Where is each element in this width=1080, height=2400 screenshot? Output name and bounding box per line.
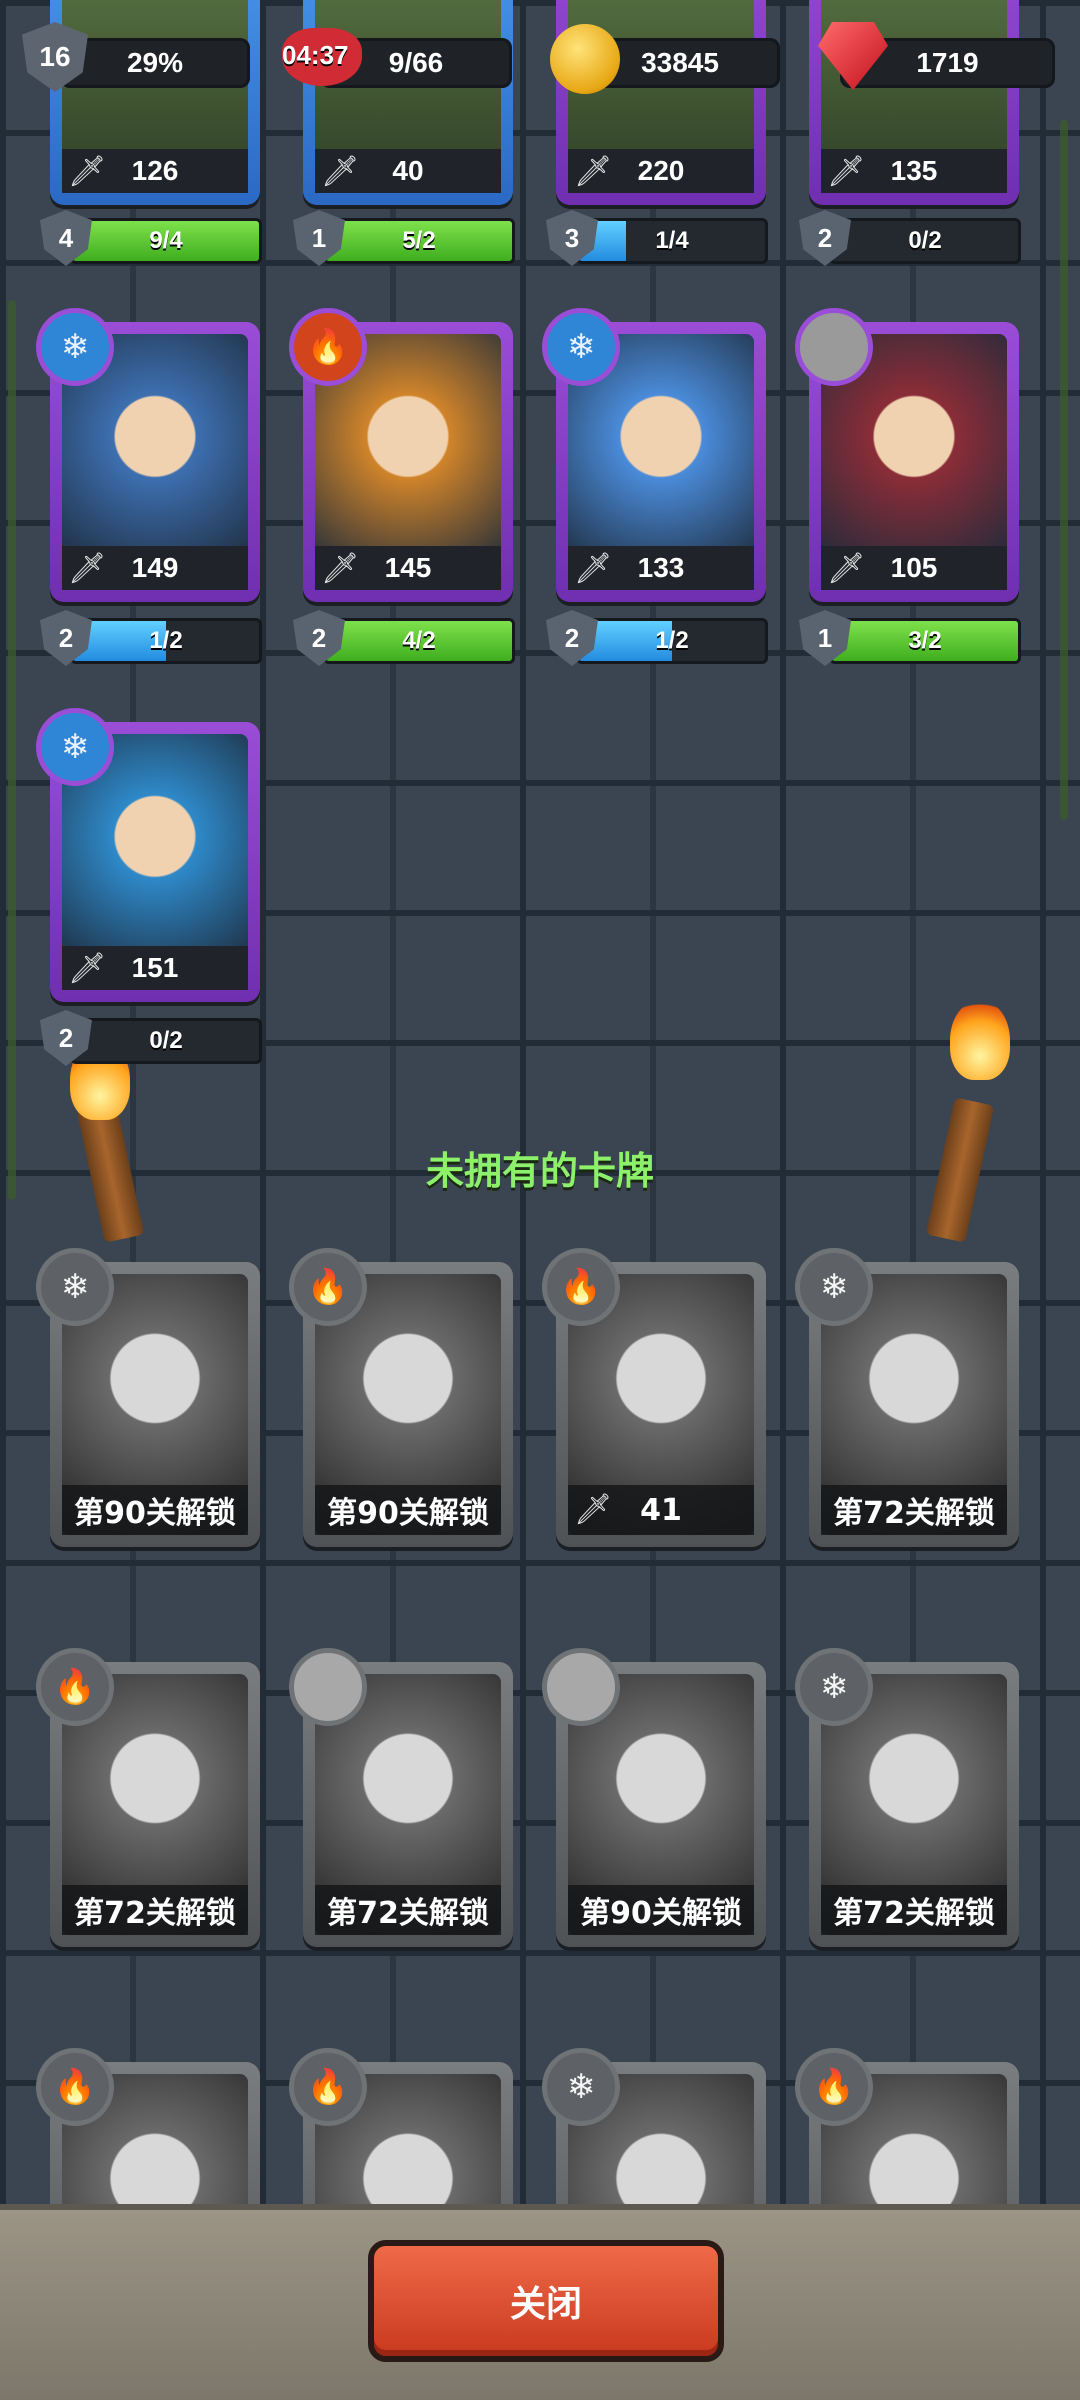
- vine-decoration: [1060, 120, 1068, 820]
- stone-icon: ●: [795, 308, 873, 386]
- locked-hero-card[interactable]: 41 🗡 🔥: [542, 1248, 766, 1547]
- card-level-bar: 4 9/4: [40, 210, 262, 266]
- sword-icon: 🗡: [574, 155, 613, 188]
- sword-icon: 🗡: [68, 952, 107, 985]
- card-level-bar: 1 3/2: [799, 610, 1021, 666]
- owned-hero-card[interactable]: 105 🗡 ●: [795, 308, 1019, 602]
- sword-icon: 🗡: [827, 155, 866, 188]
- card-level-bar: 2 0/2: [799, 210, 1021, 266]
- coin-icon: [550, 24, 620, 94]
- locked-hero-card[interactable]: 第72关解锁 🔥: [36, 1648, 260, 1947]
- card-level-bar: 2 1/2: [40, 610, 262, 666]
- sword-icon: 🗡: [574, 552, 613, 585]
- unowned-cards-title: 未拥有的卡牌: [425, 1149, 654, 1193]
- fire-icon: 🔥: [289, 308, 367, 386]
- owned-hero-card[interactable]: 145 🗡 🔥: [289, 308, 513, 602]
- unlock-requirement: 第72关解锁: [62, 1885, 248, 1935]
- snowflake-icon: ❄: [36, 708, 114, 786]
- card-level-bar: 2 0/2: [40, 1010, 262, 1066]
- snowflake-icon: ❄: [542, 2048, 620, 2126]
- card-progress-text: 4/2: [402, 627, 436, 654]
- snowflake-icon: ❄: [36, 1248, 114, 1326]
- owned-hero-card[interactable]: 151 🗡 ❄: [36, 708, 260, 1002]
- unlock-requirement: 第72关解锁: [821, 1485, 1007, 1535]
- snowflake-icon: ❄: [795, 1648, 873, 1726]
- fire-icon: 🔥: [795, 2048, 873, 2126]
- card-progress-text: 9/4: [149, 227, 183, 254]
- close-button[interactable]: 关闭: [368, 2240, 724, 2362]
- fire-icon: 🔥: [36, 2048, 114, 2126]
- locked-hero-card[interactable]: 第90关解锁 🔥: [289, 1248, 513, 1547]
- locked-hero-card[interactable]: 第90关解锁 ●: [542, 1648, 766, 1947]
- owned-hero-card[interactable]: 149 🗡 ❄: [36, 308, 260, 602]
- locked-hero-card[interactable]: 第72关解锁 ❄: [795, 1248, 1019, 1547]
- xp-percent: 29%: [126, 47, 184, 78]
- locked-hero-card[interactable]: 第72关解锁 ❄: [795, 1648, 1019, 1947]
- sword-icon: 🗡: [68, 552, 107, 585]
- snowflake-icon: ❄: [36, 308, 114, 386]
- card-progress-text: 1/4: [655, 227, 689, 254]
- card-level-bar: 2 1/2: [546, 610, 768, 666]
- unlock-requirement: 第90关解锁: [568, 1885, 754, 1935]
- sword-icon: 🗡: [68, 155, 107, 188]
- sword-icon: 🗡: [321, 552, 360, 585]
- unlock-requirement: 第90关解锁: [315, 1485, 501, 1535]
- unlock-requirement: 第72关解锁: [821, 1885, 1007, 1935]
- card-progress-text: 5/2: [402, 227, 436, 254]
- locked-hero-card[interactable]: 第90关解锁 ❄: [36, 1248, 260, 1547]
- snowflake-icon: ❄: [795, 1248, 873, 1326]
- sword-icon: 🗡: [827, 552, 866, 585]
- fire-icon: 🔥: [289, 2048, 367, 2126]
- fire-icon: 🔥: [289, 1248, 367, 1326]
- flame-right: [950, 1000, 1010, 1080]
- card-level-bar: 1 5/2: [293, 210, 515, 266]
- card-progress-text: 0/2: [149, 1027, 183, 1054]
- card-progress-text: 3/2: [908, 627, 942, 654]
- fire-icon: 🔥: [542, 1248, 620, 1326]
- card-progress-text: 1/2: [655, 627, 689, 654]
- stone-icon: ●: [542, 1648, 620, 1726]
- sword-icon: 🗡: [321, 155, 360, 188]
- card-level-bar: 3 1/4: [546, 210, 768, 266]
- card-progress-text: 1/2: [149, 627, 183, 654]
- locked-hero-card[interactable]: 第72关解锁 ●: [289, 1648, 513, 1947]
- energy-timer: 04:37: [282, 40, 349, 70]
- sword-icon: 🗡: [574, 1493, 613, 1526]
- owned-hero-card[interactable]: 133 🗡 ❄: [542, 308, 766, 602]
- bottom-panel: 关闭: [0, 2204, 1080, 2400]
- unlock-requirement: 第72关解锁: [315, 1885, 501, 1935]
- xp-bar: 29%: [60, 38, 250, 88]
- fire-icon: 🔥: [36, 1648, 114, 1726]
- card-level-bar: 2 4/2: [293, 610, 515, 666]
- snowflake-icon: ❄: [542, 308, 620, 386]
- top-hud: 29% 16 9/66 04:37 33845 1719: [0, 0, 1080, 110]
- vine-decoration: [8, 300, 16, 1200]
- unlock-requirement: 第90关解锁: [62, 1485, 248, 1535]
- stone-icon: ●: [289, 1648, 367, 1726]
- card-progress-text: 0/2: [908, 227, 942, 254]
